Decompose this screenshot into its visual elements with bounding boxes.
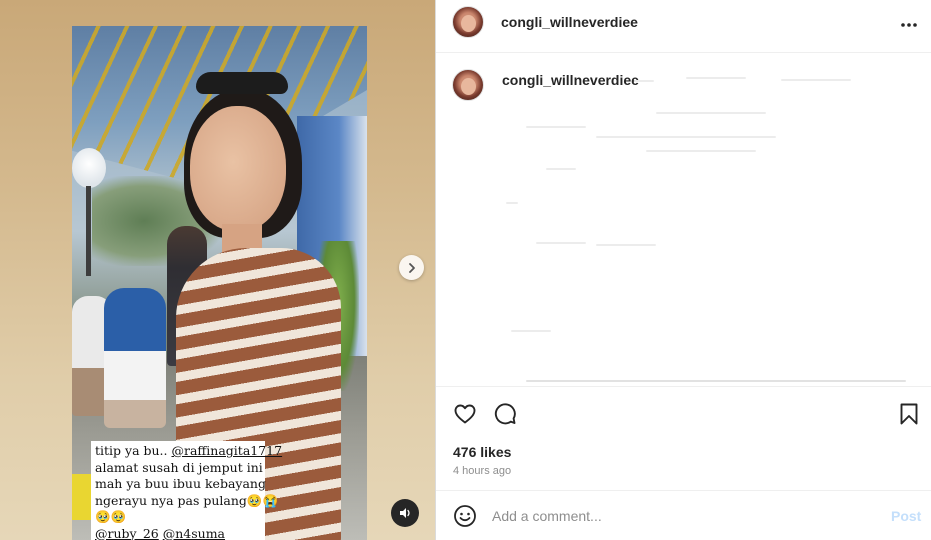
video-subject-face	[190, 106, 286, 231]
post-comment-button[interactable]: Post	[891, 508, 921, 524]
post-timestamp[interactable]: 4 hours ago	[453, 465, 511, 477]
faded-caption-text	[646, 150, 756, 152]
faded-caption-text	[686, 77, 746, 79]
caption-line: titip ya bu.. @raffinagita1717	[95, 443, 283, 458]
post-header: congli_willneverdiee	[436, 0, 931, 53]
post-author-username[interactable]: congli_willneverdiee	[501, 14, 638, 30]
post-details-pane: congli_willneverdiee congli_willneverdie…	[435, 0, 931, 540]
video-scene-lamp-pole	[86, 186, 91, 276]
avatar[interactable]	[452, 6, 484, 38]
faded-caption-text	[781, 79, 851, 81]
faded-caption-text	[656, 112, 766, 114]
video-scene-lamp	[72, 148, 106, 188]
emoji-button[interactable]	[452, 503, 478, 529]
speaker-icon	[400, 508, 410, 518]
add-comment-bar: Post	[436, 490, 931, 540]
save-button[interactable]	[896, 401, 922, 427]
faded-caption-text	[596, 244, 656, 246]
video-subject-sunglasses	[196, 72, 288, 94]
comment-button[interactable]	[492, 401, 518, 427]
faded-caption-text	[526, 126, 586, 128]
faded-caption-text	[511, 330, 551, 332]
bookmark-icon	[900, 403, 918, 425]
faded-caption-text	[596, 136, 776, 138]
caption-line: 🥹🥹	[95, 509, 127, 524]
video-caption-overlay: titip ya bu.. @raffinagita1717 alamat su…	[91, 441, 283, 540]
mute-button[interactable]	[391, 499, 419, 527]
faded-caption-text	[526, 380, 906, 382]
caption-mentions: @ruby_26 @n4suma	[95, 525, 226, 540]
more-options-button[interactable]	[898, 14, 920, 36]
media-pane: titip ya bu.. @raffinagita1717 alamat su…	[0, 0, 435, 540]
faded-caption-text	[546, 168, 576, 170]
caption-line: mah ya buu ibuu kebayang	[95, 476, 266, 491]
caption-author-username[interactable]: congli_willneverdiee	[502, 72, 639, 88]
post-actions: 476 likes 4 hours ago	[436, 386, 931, 490]
comments-area[interactable]: congli_willneverdiee	[436, 54, 931, 385]
faded-caption-text	[506, 202, 518, 204]
like-button[interactable]	[452, 401, 478, 427]
video-scene-child	[104, 288, 166, 428]
emoji-icon	[454, 505, 476, 527]
next-media-button[interactable]	[399, 255, 424, 280]
chevron-right-icon	[408, 262, 415, 273]
video-overlay-accent	[72, 474, 92, 520]
comment-icon	[494, 403, 516, 425]
caption-line: ngerayu nya pas pulang🥹😭	[95, 492, 279, 508]
likes-count[interactable]: 476 likes	[453, 444, 511, 460]
caption-line: alamat susah di jemput ini	[95, 459, 263, 475]
faded-caption-text	[536, 242, 586, 244]
heart-icon	[454, 404, 476, 424]
more-options-icon	[901, 23, 917, 27]
comment-input[interactable]	[492, 505, 872, 527]
caption-author-avatar[interactable]	[452, 69, 484, 101]
faded-caption-text	[634, 80, 654, 82]
